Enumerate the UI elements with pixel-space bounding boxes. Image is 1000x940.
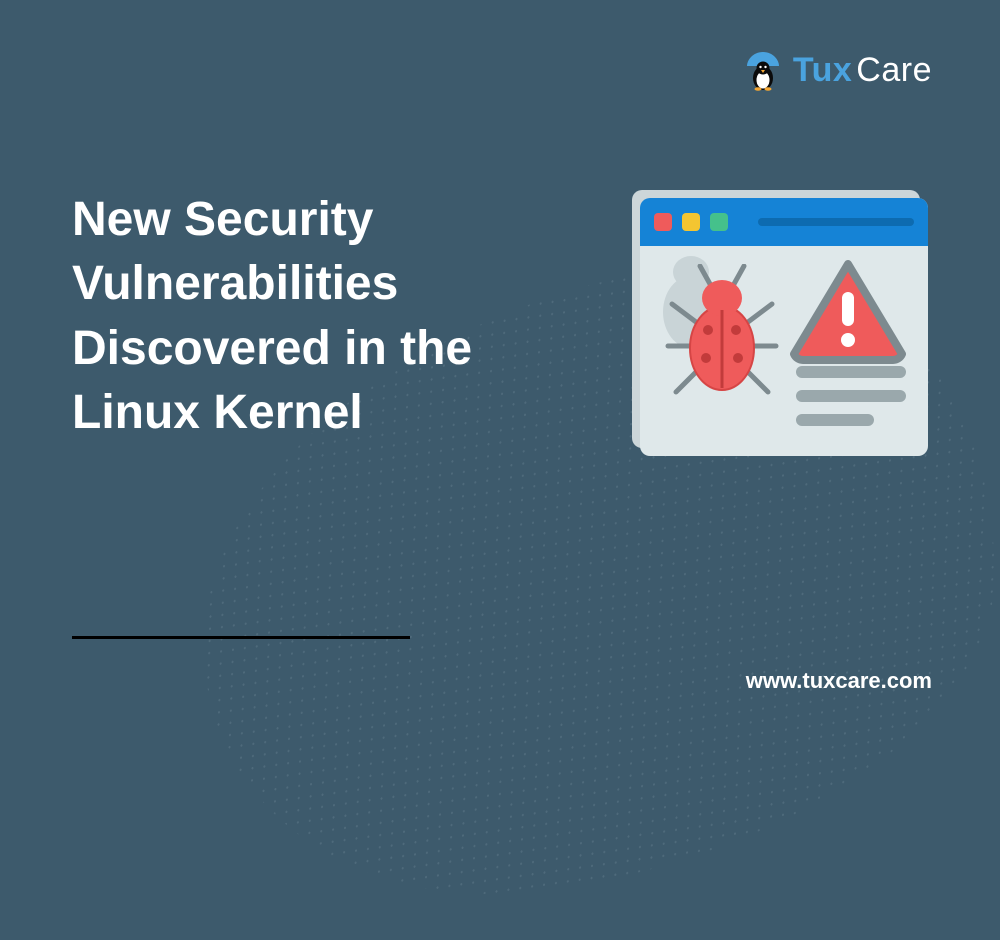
browser-content [640, 246, 928, 456]
logo-text: TuxCare [793, 51, 932, 90]
penguin-umbrella-icon [741, 48, 785, 92]
placeholder-line [796, 366, 906, 378]
browser-url-bar [758, 218, 914, 226]
decorative-underline [72, 636, 410, 639]
bug-icon [662, 264, 782, 409]
window-dot-green [710, 213, 728, 231]
window-dot-red [654, 213, 672, 231]
logo-brand-part2: Care [856, 51, 932, 89]
logo-brand-part1: Tux [793, 51, 852, 89]
warning-triangle-icon [788, 258, 908, 371]
browser-titlebar [640, 198, 928, 246]
website-url: www.tuxcare.com [746, 668, 932, 694]
placeholder-line [796, 390, 906, 402]
window-dot-yellow [682, 213, 700, 231]
security-bug-illustration [632, 190, 932, 470]
tuxcare-logo: TuxCare [741, 48, 932, 92]
headline-text: New Security Vulnerabilities Discovered … [72, 188, 552, 445]
placeholder-line [796, 414, 874, 426]
browser-window [640, 198, 928, 456]
